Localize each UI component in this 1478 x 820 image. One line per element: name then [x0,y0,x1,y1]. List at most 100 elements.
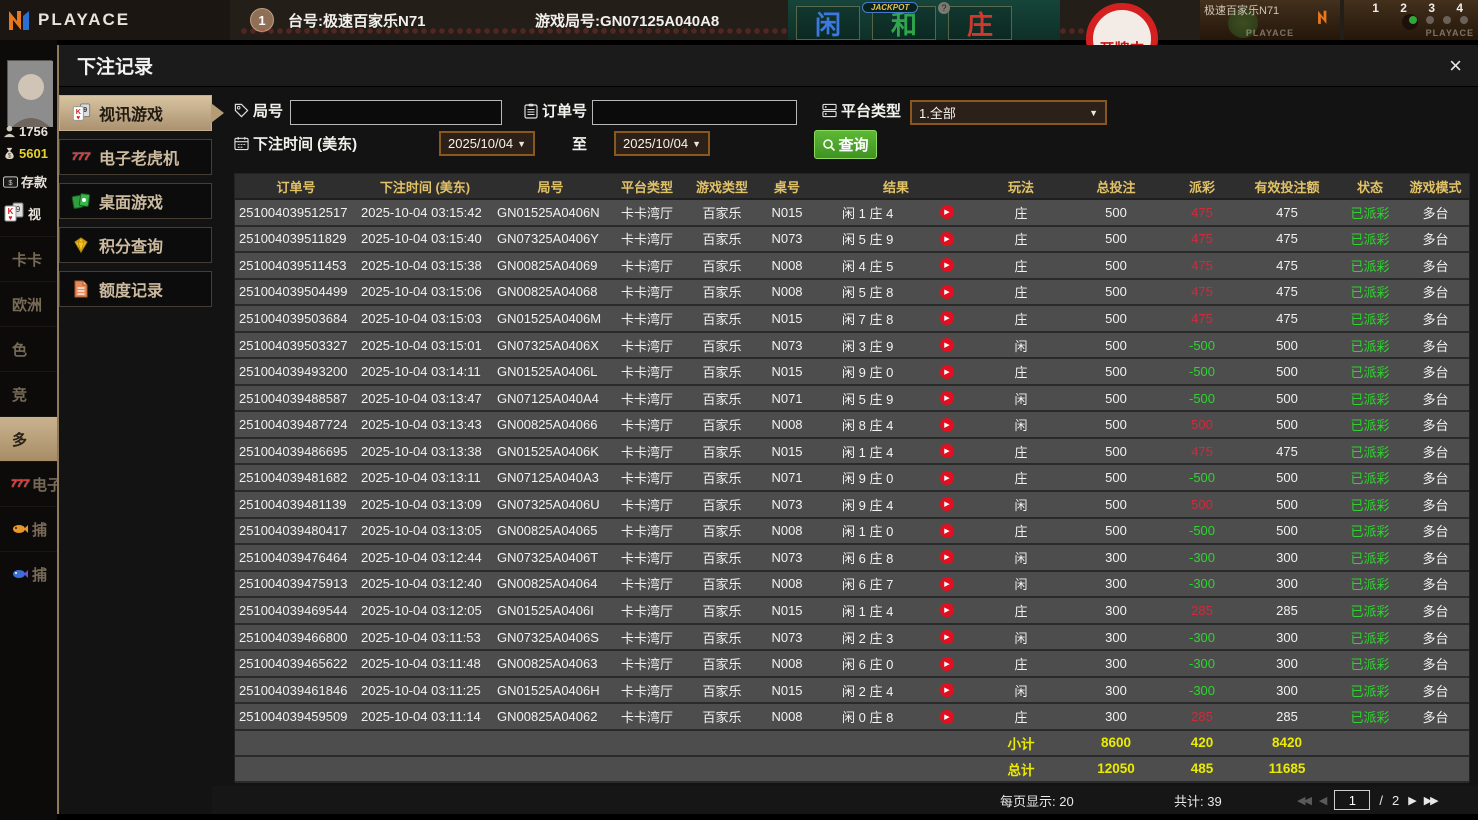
column-header: 游戏类型 [695,179,748,195]
table-row[interactable]: 251004039511453 2025-10-04 03:15:38 GN00… [235,253,1469,280]
date-to-select[interactable]: 2025/10/04 ▼ [614,131,710,156]
rail-nav-item[interactable]: 捕 [0,551,57,596]
replay-button[interactable]: ▶ [940,683,954,698]
replay-button[interactable]: ▶ [940,550,954,565]
deposit-button[interactable]: $ 存款 [3,172,47,191]
table-row[interactable]: 251004039476464 2025-10-04 03:12:44 GN07… [235,545,1469,572]
table-header-row: 订单号 下注时间 (美东) 局号 平台类型 游戏类型 桌号 结果 玩法 总投注 派彩 有效投注额 状态… [235,174,1469,200]
replay-button[interactable]: ▶ [940,656,954,671]
subtotal-row: 小计 8600 420 8420 [235,730,1469,757]
table-row[interactable]: 251004039486695 2025-10-04 03:13:38 GN01… [235,438,1469,466]
table-row[interactable]: 251004039493200 2025-10-04 03:14:11 GN01… [235,359,1469,386]
table-row[interactable]: 251004039512517 2025-10-04 03:15:42 GN01… [235,200,1469,227]
chevron-down-icon: ▼ [692,138,701,149]
bet-tile-player[interactable]: 闲 [796,6,860,40]
cell-game-mode: 多台 [1422,524,1449,540]
table-row[interactable]: 251004039461846 2025-10-04 03:11:25 GN01… [235,677,1469,705]
cell-bet-time: 2025-10-04 03:13:43 [361,417,482,433]
first-page-icon[interactable]: ◀◀ [1297,794,1312,807]
cell-bet-type: 庄 [1014,205,1028,221]
cell-platform: 卡卡湾厅 [620,311,673,327]
replay-button[interactable]: ▶ [940,630,954,645]
video-thumbnail-1[interactable]: 极速百家乐N71 PLAYACE [1200,0,1340,40]
rail-nav-label: 捕 [32,521,48,539]
result-text: 闲 7 庄 8 [842,311,894,327]
replay-button[interactable]: ▶ [940,470,954,485]
rail-nav-item[interactable]: 欧洲 [0,281,57,326]
platform-select[interactable]: 1.全部 ▼ [910,100,1107,125]
table-row[interactable]: 251004039469544 2025-10-04 03:12:05 GN01… [235,598,1469,625]
next-page-icon[interactable]: ▶ [1408,794,1417,807]
modal-menu-item[interactable]: 9 K ♥ 视讯游戏 [59,95,224,131]
table-row[interactable]: 251004039475913 2025-10-04 03:12:40 GN00… [235,571,1469,599]
table-row[interactable]: 251004039481139 2025-10-04 03:13:09 GN07… [235,492,1469,519]
replay-button[interactable]: ▶ [940,417,954,432]
replay-button[interactable]: ▶ [940,205,954,220]
table-row[interactable]: 251004039503327 2025-10-04 03:15:01 GN07… [235,332,1469,360]
replay-button[interactable]: ▶ [940,311,954,326]
page-number-input[interactable] [1334,790,1371,810]
replay-button[interactable]: ▶ [940,231,954,246]
cell-result: 闲 7 庄 8 ▶ [816,306,976,331]
cell-status: 已派彩 [1350,365,1390,381]
result-text: 闲 2 庄 3 [842,630,894,646]
last-page-icon[interactable]: ▶▶ [1424,794,1439,807]
replay-button[interactable]: ▶ [940,284,954,299]
rail-nav-item[interactable]: 竞 [0,371,57,416]
bet-tile-banker[interactable]: 庄 [948,6,1012,40]
rail-nav-item[interactable]: 卡卡 [0,236,57,281]
round-number-input[interactable] [290,100,502,125]
date-from-select[interactable]: 2025/10/04 ▼ [439,131,535,156]
prev-page-icon[interactable]: ◀ [1319,794,1328,807]
rail-nav-item[interactable]: 捕 [0,506,57,551]
table-row[interactable]: 251004039481682 2025-10-04 03:13:11 GN07… [235,465,1469,493]
replay-button[interactable]: ▶ [940,709,954,724]
replay-button[interactable]: ▶ [940,497,954,512]
cell-round-number: GN00825A04065 [497,523,598,539]
replay-button[interactable]: ▶ [940,258,954,273]
cell-bet-type: 庄 [1014,311,1028,327]
cell-payout: 500 [1191,496,1213,512]
rail-nav-item[interactable]: 色 [0,326,57,371]
cell-result: 闲 5 庄 8 ▶ [816,280,976,305]
replay-button[interactable]: ▶ [940,364,954,379]
menu-item-label: 额度记录 [99,283,164,300]
table-row[interactable]: 251004039504499 2025-10-04 03:15:06 GN00… [235,279,1469,307]
cell-game-type: 百家乐 [702,365,742,381]
rail-nav-item[interactable]: 777 电子 [0,461,57,506]
query-button[interactable]: 查询 [814,130,877,159]
replay-button[interactable]: ▶ [940,576,954,591]
table-row[interactable]: 251004039511829 2025-10-04 03:15:40 GN07… [235,226,1469,254]
table-row[interactable]: 251004039480417 2025-10-04 03:13:05 GN00… [235,518,1469,546]
replay-button[interactable]: ▶ [940,444,954,459]
table-row[interactable]: 251004039487724 2025-10-04 03:13:43 GN00… [235,412,1469,439]
order-number-input[interactable] [592,100,797,125]
balance-stat: $ 5601 [3,146,48,161]
video-title: 极速百家乐N71 [1204,5,1280,17]
table-row[interactable]: 251004039459509 2025-10-04 03:11:14 GN00… [235,704,1469,731]
video-game-shortcut[interactable]: 9 K ♥ 视 [3,202,41,224]
cell-game-mode: 多台 [1422,418,1449,434]
close-icon[interactable]: × [1449,53,1462,79]
cell-game-type: 百家乐 [702,630,742,646]
cell-game-type: 百家乐 [702,444,742,460]
table-row[interactable]: 251004039488587 2025-10-04 03:13:47 GN07… [235,385,1469,413]
replay-button[interactable]: ▶ [940,603,954,618]
table-row[interactable]: 251004039466800 2025-10-04 03:11:53 GN07… [235,624,1469,652]
jackpot-help-icon[interactable]: ? [938,2,950,14]
replay-button[interactable]: ▶ [940,391,954,406]
user-avatar[interactable] [7,60,53,127]
cell-total-bet: 500 [1105,470,1127,486]
table-row[interactable]: 251004039503684 2025-10-04 03:15:03 GN01… [235,306,1469,333]
modal-menu-item[interactable]: 777 电子老虎机 [59,139,212,175]
rail-nav-item[interactable]: 多 [0,416,57,461]
replay-button[interactable]: ▶ [940,338,954,352]
modal-menu-item[interactable]: 桌面游戏 [59,183,212,219]
modal-menu-item[interactable]: 积分查询 [59,227,212,263]
cell-round-number: GN01525A0406L [497,364,598,380]
modal-menu-item[interactable]: 额度记录 [59,271,212,307]
table-row[interactable]: 251004039465622 2025-10-04 03:11:48 GN00… [235,651,1469,678]
menu-item-label: 积分查询 [99,239,164,256]
replay-button[interactable]: ▶ [940,523,954,538]
video-thumbnail-2[interactable]: 1 2 3 4 PLAYACE [1344,0,1478,40]
